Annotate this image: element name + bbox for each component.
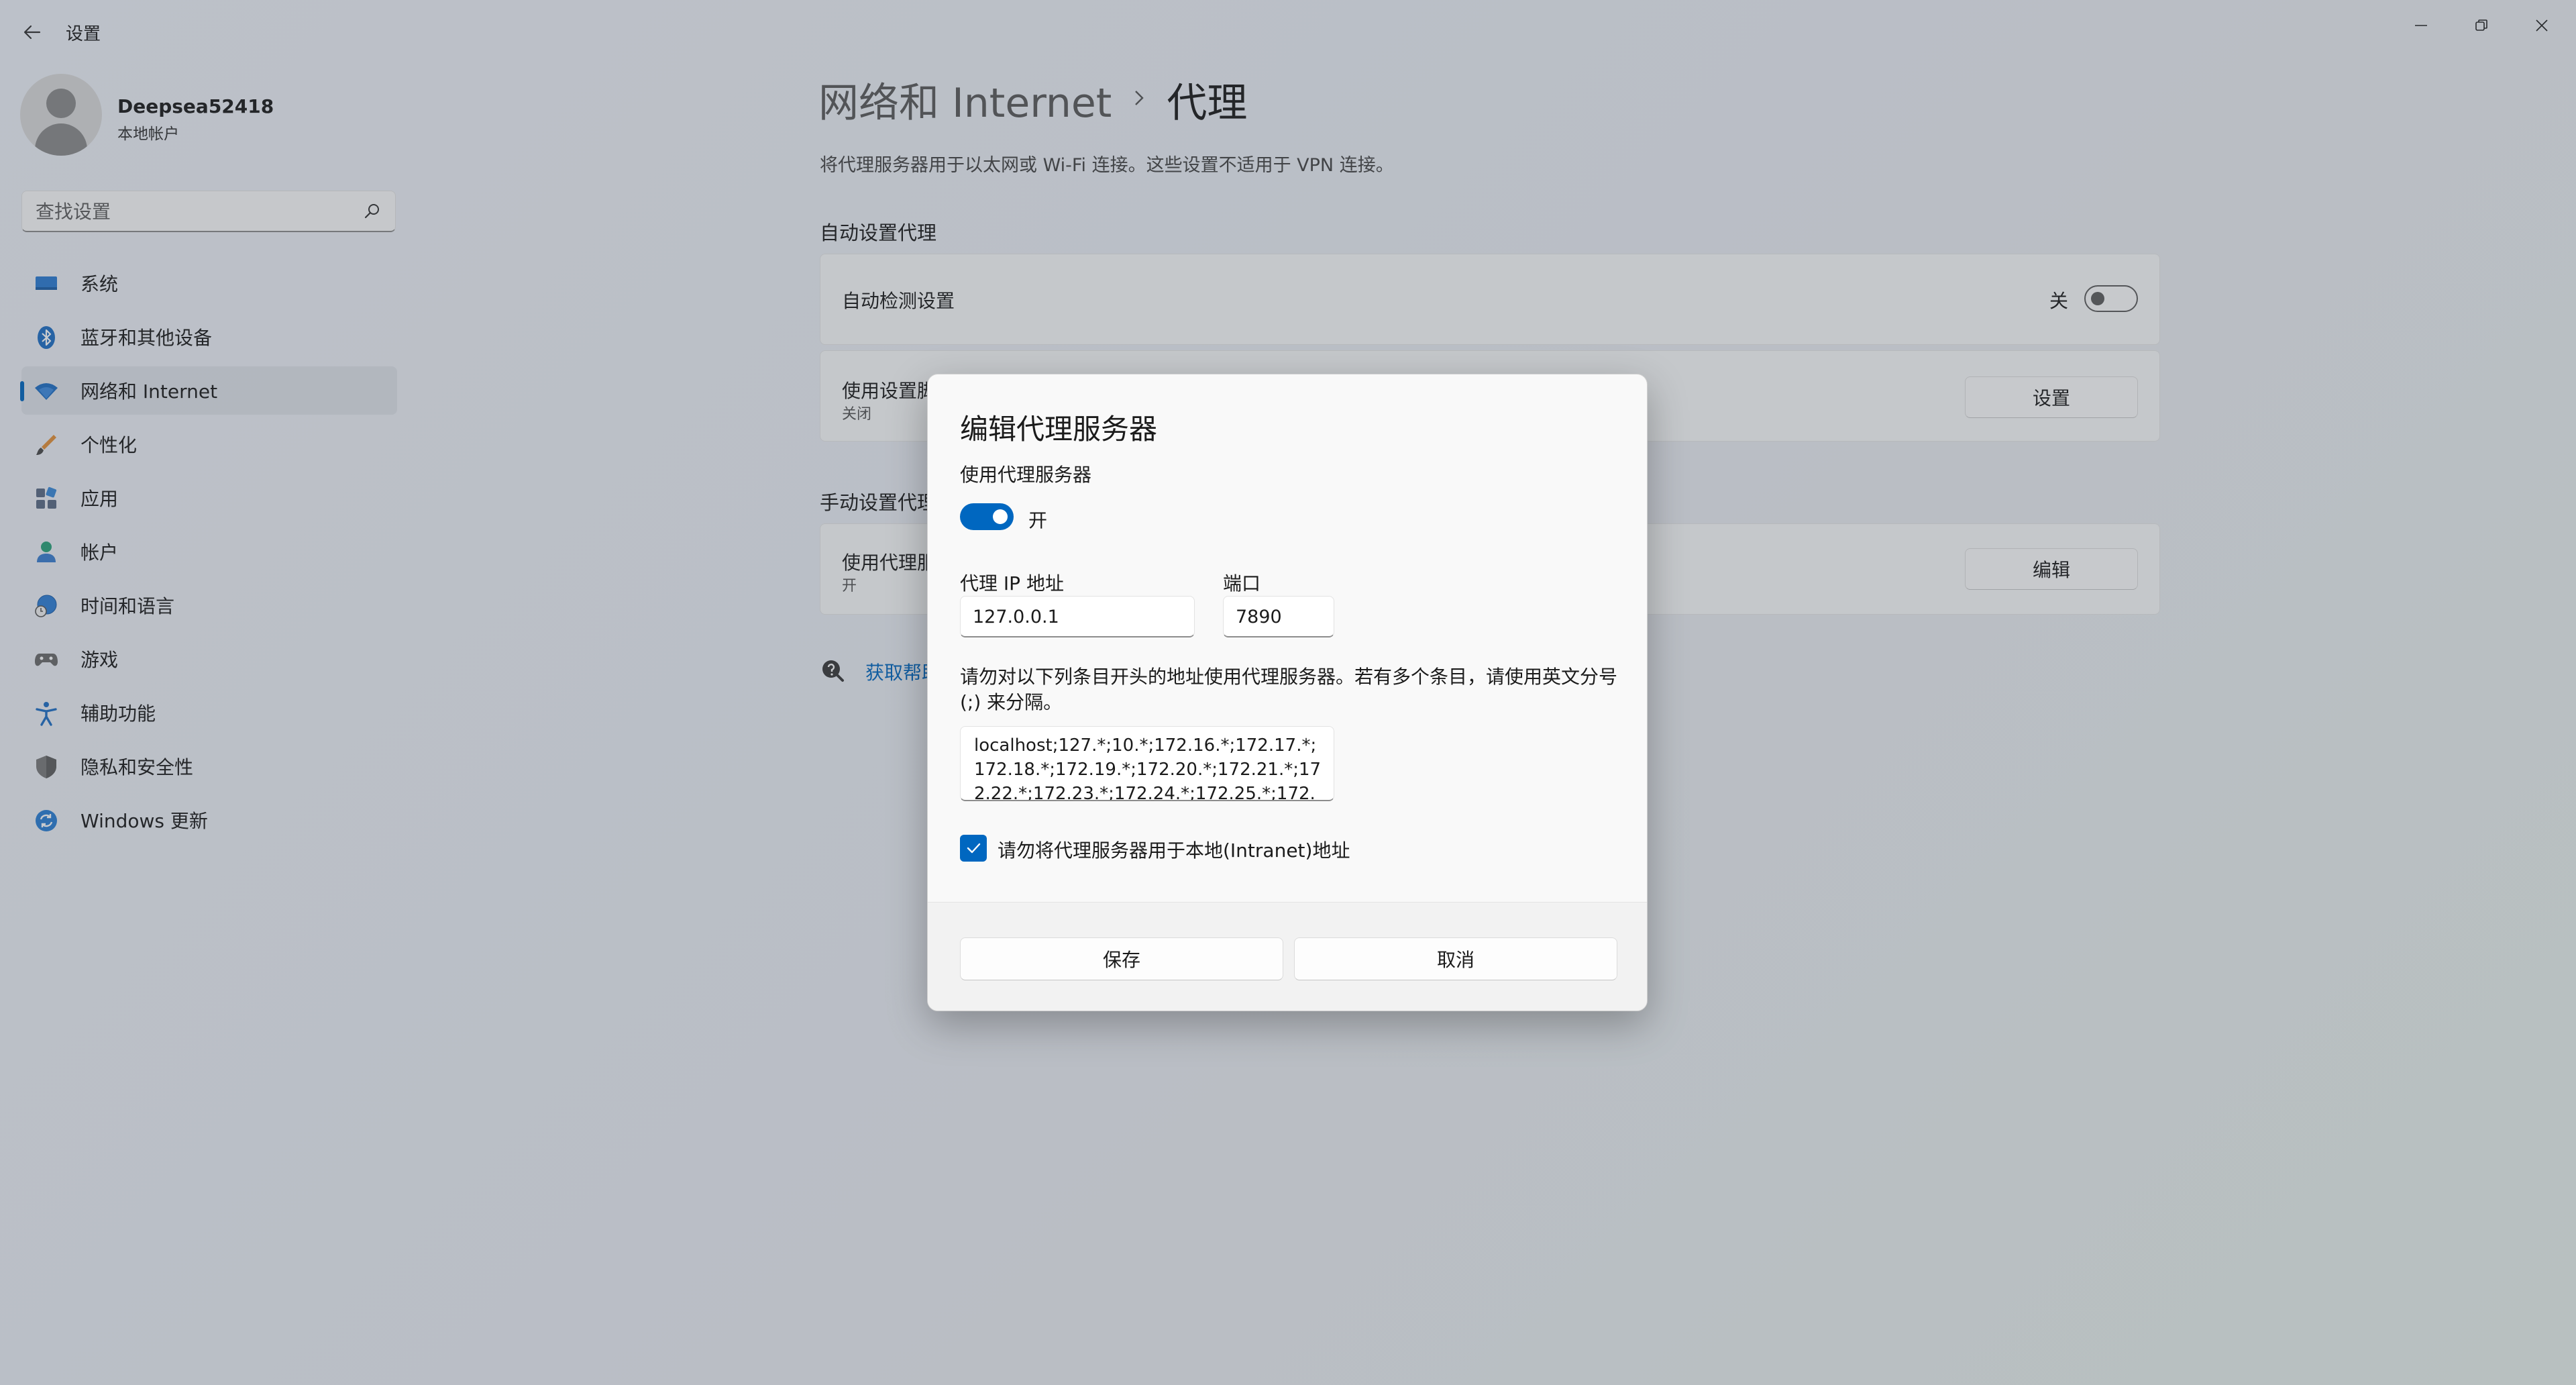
cancel-button[interactable]: 取消: [1294, 937, 1617, 980]
ip-field[interactable]: [960, 596, 1195, 637]
dialog-footer: 保存 取消: [928, 902, 1647, 1011]
port-label: 端口: [1223, 572, 1261, 595]
dialog-title: 编辑代理服务器: [960, 413, 1158, 446]
exceptions-note: 请勿对以下列条目开头的地址使用代理服务器。若有多个条目，请使用英文分号 (;) …: [960, 666, 1618, 713]
port-input[interactable]: [1236, 604, 1326, 629]
use-proxy-label: 使用代理服务器: [960, 464, 1092, 486]
bypass-local-checkbox[interactable]: [960, 835, 987, 862]
settings-window: 设置 Deepsea52418 本地帐户 系统: [0, 0, 2576, 1385]
checkmark-icon: [967, 843, 981, 854]
use-proxy-toggle[interactable]: [960, 503, 1014, 530]
exceptions-text[interactable]: localhost;127.*;10.*;172.16.*;172.17.*;1…: [974, 733, 1323, 800]
exceptions-field[interactable]: localhost;127.*;10.*;172.16.*;172.17.*;1…: [960, 726, 1334, 801]
ip-input[interactable]: [973, 604, 1186, 629]
save-button[interactable]: 保存: [960, 937, 1283, 980]
use-proxy-state: 开: [1028, 509, 1048, 531]
edit-proxy-dialog: 编辑代理服务器 使用代理服务器 开 代理 IP 地址 端口 请勿对以下列条目开头…: [927, 374, 1648, 1011]
bypass-local-label[interactable]: 请勿将代理服务器用于本地(Intranet)地址: [998, 836, 1350, 863]
ip-label: 代理 IP 地址: [960, 572, 1064, 595]
port-field[interactable]: [1223, 596, 1334, 637]
